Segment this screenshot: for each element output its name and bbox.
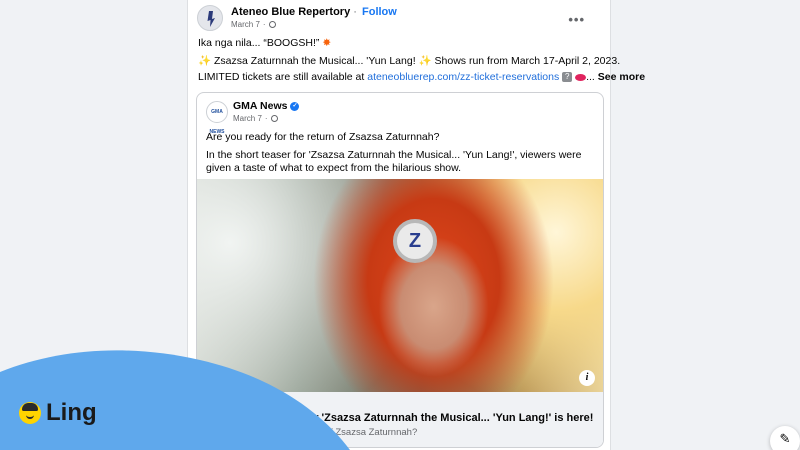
shared-date[interactable]: March 7 <box>233 114 262 123</box>
question-emoji-icon: ? <box>562 72 573 83</box>
verified-badge-icon: ✓ <box>290 101 300 111</box>
globe-icon <box>268 21 276 28</box>
ling-logo-text: Ling <box>46 399 97 426</box>
post-meta: March 7 · <box>231 20 276 29</box>
follow-button[interactable]: Follow <box>362 6 397 18</box>
ling-logo: Ling <box>19 399 97 427</box>
post-text-line-3: LIMITED tickets are still available at a… <box>198 71 645 83</box>
post-author-line: Ateneo Blue Repertory · Follow <box>231 6 397 18</box>
facebook-post: Ateneo Blue Repertory · Follow March 7 ·… <box>187 0 645 450</box>
author-separator: · <box>353 6 357 18</box>
ellipsis: ... <box>586 71 598 83</box>
shared-post-card[interactable]: GMA NEWS GMA News ✓ March 7 · Are you re… <box>196 92 604 448</box>
globe-icon <box>270 115 278 122</box>
gma-news-avatar[interactable]: GMA NEWS <box>206 101 228 135</box>
ling-mascot-icon <box>19 402 41 424</box>
post-text-line-2: ✨ Zsazsa Zaturnnah the Musical... 'Yun L… <box>198 54 620 67</box>
link-domain: GMANETWORK.COM <box>206 400 286 409</box>
post-text-2b: Shows run from March 17-April 2, 2023. <box>431 55 621 67</box>
sparkles-emoji-icon: ✨ <box>198 55 212 67</box>
shared-text-2: In the short teaser for 'Zsazsa Zaturnna… <box>206 149 582 174</box>
shared-author-name[interactable]: GMA News <box>233 100 287 112</box>
kiss-emoji-icon <box>575 73 587 81</box>
masks-icon <box>207 11 215 27</box>
post-header: Ateneo Blue Repertory · Follow March 7 ·… <box>197 5 597 33</box>
ticket-reservation-link[interactable]: ateneobluerep.com/zz-ticket-reservations <box>367 71 559 83</box>
post-text-1: Ika nga nila... “BOOGSH!” <box>198 37 320 49</box>
link-subtitle: Are you ready for the return of Zsazsa Z… <box>206 427 418 438</box>
post-author-name[interactable]: Ateneo Blue Repertory <box>231 6 350 18</box>
info-icon[interactable]: i <box>579 370 595 386</box>
post-text-3: LIMITED tickets are still available at <box>198 71 368 83</box>
shared-meta: March 7 · <box>233 114 278 123</box>
post-text-line-1: Ika nga nila... “BOOGSH!” ✸ <box>198 37 331 49</box>
sparkles-emoji-icon: ✨ <box>418 55 432 67</box>
tiara-emblem <box>393 219 437 263</box>
link-preview-image[interactable]: i <box>197 179 603 392</box>
explosion-emoji-icon: ✸ <box>322 37 332 49</box>
edit-icon[interactable]: ✎ <box>770 426 800 450</box>
more-options-icon[interactable]: ••• <box>568 12 585 27</box>
shared-author-line: GMA News ✓ <box>233 100 300 112</box>
link-preview-footer[interactable]: GMANETWORK.COM An exciting teaser for 'Z… <box>197 392 603 447</box>
shared-text-1: Are you ready for the return of Zsazsa Z… <box>206 131 440 143</box>
see-more-link[interactable]: See more <box>598 71 645 83</box>
meta-separator: · <box>262 20 266 29</box>
post-date[interactable]: March 7 <box>231 20 260 29</box>
page-avatar[interactable] <box>197 5 223 31</box>
link-title[interactable]: An exciting teaser for 'Zsazsa Zaturnnah… <box>206 412 593 424</box>
shared-meta-separator: · <box>264 114 268 123</box>
post-text-2a: Zsazsa Zaturnnah the Musical... 'Yun Lan… <box>211 55 419 67</box>
